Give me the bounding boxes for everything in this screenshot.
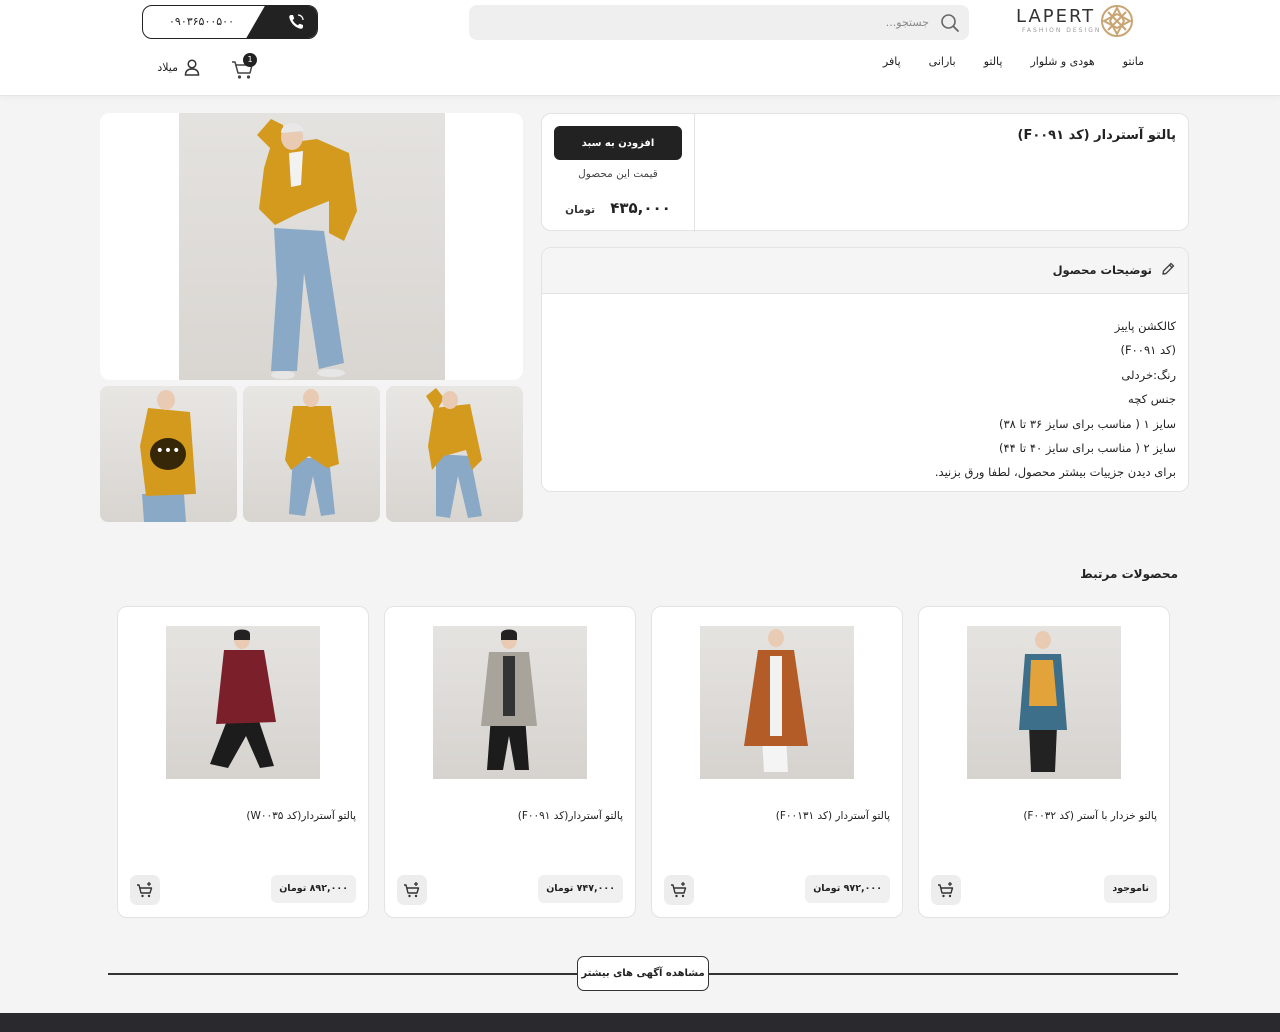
cart-plus-icon	[671, 882, 687, 898]
phone-button[interactable]: ۰۹۰۳۶۵۰۰۵۰۰	[142, 5, 318, 39]
thumb-figure	[285, 389, 339, 516]
nav-item-puffer[interactable]: پافر	[883, 55, 901, 68]
main-nav: مانتو هودی و شلوار پالتو بارانی پافر	[883, 55, 1144, 68]
related-product-card[interactable]: پالتو آستردار (کد F۰۰۱۳۱) ۹۷۲,۰۰۰ تومان	[651, 606, 903, 918]
more-images-button[interactable]: •••	[150, 438, 186, 470]
product-thumbnail[interactable]	[386, 386, 523, 522]
price-row: ۴۳۵,۰۰۰ تومان	[554, 198, 682, 217]
cart-plus-icon	[938, 882, 954, 898]
phone-button-accent	[245, 6, 317, 38]
related-product-name[interactable]: پالتو آستردار(کد W۰۰۳۵)	[246, 810, 356, 822]
user-icon	[184, 59, 200, 76]
currency-label: تومان	[565, 204, 596, 216]
related-product-name[interactable]: پالتو خزدار با آستر (کد F۰۰۳۲)	[1023, 810, 1157, 822]
related-product-price: ۷۴۷,۰۰۰ تومان	[538, 875, 623, 903]
description-title: توضیحات محصول	[1052, 263, 1152, 277]
description-line: سایز ۱ ( مناسب برای سایز ۳۶ تا ۳۸)	[998, 416, 1176, 431]
product-thumbnail[interactable]	[243, 386, 380, 522]
phone-icon	[289, 14, 304, 29]
search-input[interactable]	[509, 12, 929, 32]
nav-item-coat[interactable]: پالتو	[984, 55, 1003, 68]
related-product-card[interactable]: پالتو آستردار(کد F۰۰۹۱) ۷۴۷,۰۰۰ تومان	[384, 606, 636, 918]
product-description-card: توضیحات محصول کالکشن پاییز (کد F۰۰۹۱) رن…	[541, 247, 1189, 492]
see-more-button[interactable]: مشاهده آگهی های بیشتر	[577, 956, 709, 991]
description-line: رنگ:خردلی	[1121, 367, 1176, 382]
related-product-image[interactable]	[433, 626, 587, 779]
description-line: (کد F۰۰۹۱)	[1120, 343, 1176, 358]
related-product-card[interactable]: پالتو آستردار(کد W۰۰۳۵) ۸۹۲,۰۰۰ تومان	[117, 606, 369, 918]
related-product-name[interactable]: پالتو آستردار(کد F۰۰۹۱)	[518, 810, 623, 822]
related-product-price: ۸۹۲,۰۰۰ تومان	[271, 875, 356, 903]
card-figure	[744, 629, 808, 772]
site-header: LAPERT FASHION DESIGN ۰۹۰۳۶۵۰۰۵۰۰ مانتو …	[0, 0, 1280, 96]
site-footer	[0, 1013, 1280, 1032]
add-to-cart-small-button[interactable]	[397, 875, 427, 905]
related-product-price: ناموجود	[1104, 875, 1157, 903]
logo-subtitle: FASHION DESIGN	[1022, 27, 1102, 34]
description-line: سایز ۲ ( مناسب برای سایز ۴۰ تا ۴۴)	[998, 441, 1176, 456]
site-logo[interactable]: LAPERT FASHION DESIGN	[1016, 4, 1136, 38]
related-products-title: محصولات مرتبط	[1080, 567, 1178, 581]
related-product-image[interactable]	[166, 626, 320, 779]
pencil-icon	[1162, 262, 1175, 275]
user-name: میلاد	[157, 61, 178, 74]
product-thumbnail[interactable]: •••	[100, 386, 237, 522]
product-price: ۴۳۵,۰۰۰	[610, 199, 671, 217]
related-product-card[interactable]: پالتو خزدار با آستر (کد F۰۰۳۲) ناموجود	[918, 606, 1170, 918]
card-figure	[210, 629, 276, 768]
nav-item-hoodie[interactable]: هودی و شلوار	[1030, 55, 1094, 68]
logo-text: LAPERT	[1016, 6, 1096, 27]
logo-mark-icon	[1101, 5, 1133, 37]
product-info-card: پالتو آستردار (کد F۰۰۹۱) افزودن به سبد ق…	[541, 113, 1189, 232]
related-product-name[interactable]: پالتو آستردار (کد F۰۰۱۳۱)	[776, 810, 890, 822]
nav-item-raincoat[interactable]: بارانی	[929, 55, 956, 68]
cart-count-badge: 1	[243, 53, 257, 67]
description-line: جنس کچه	[1128, 392, 1176, 407]
cart-plus-icon	[404, 882, 420, 898]
card-figure	[481, 629, 537, 770]
product-main-image[interactable]	[100, 113, 523, 380]
thumb-figure	[426, 388, 482, 518]
add-to-cart-small-button[interactable]	[931, 875, 961, 905]
add-to-cart-small-button[interactable]	[130, 875, 160, 905]
related-product-image[interactable]	[700, 626, 854, 779]
add-to-cart-small-button[interactable]	[664, 875, 694, 905]
info-divider	[694, 114, 695, 232]
search-icon[interactable]	[939, 12, 961, 34]
related-product-image[interactable]	[967, 626, 1121, 779]
product-title: پالتو آستردار (کد F۰۰۹۱)	[1017, 128, 1176, 143]
description-line: برای دیدن جزییات بیشتر محصول، لطفا ورق ب…	[934, 465, 1176, 480]
add-to-cart-button[interactable]: افزودن به سبد	[554, 126, 682, 160]
model-figure	[257, 119, 357, 379]
product-photo	[179, 113, 445, 380]
price-label: قیمت این محصول	[578, 168, 658, 180]
phone-number: ۰۹۰۳۶۵۰۰۵۰۰	[169, 15, 234, 28]
description-body: کالکشن پاییز (کد F۰۰۹۱) رنگ:خردلی جنس کچ…	[935, 314, 1176, 485]
related-product-price: ۹۷۲,۰۰۰ تومان	[805, 875, 890, 903]
user-account[interactable]: میلاد	[154, 59, 200, 77]
description-line: کالکشن پاییز	[1114, 319, 1176, 333]
nav-item-manto[interactable]: مانتو	[1123, 55, 1144, 68]
cart-plus-icon	[137, 882, 153, 898]
search-bar[interactable]	[469, 5, 969, 40]
card-figure	[1019, 631, 1067, 772]
description-header: توضیحات محصول	[542, 248, 1188, 294]
